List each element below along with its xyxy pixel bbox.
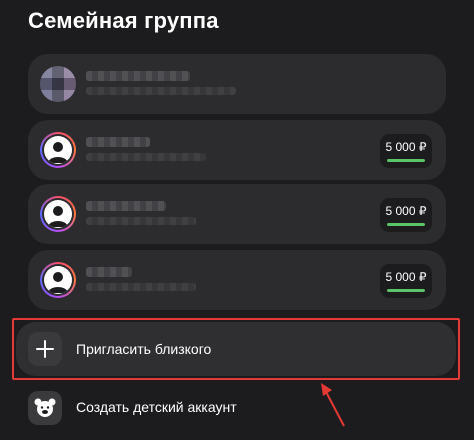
member-name-masked	[86, 137, 150, 147]
member-subtitle-masked	[86, 153, 206, 161]
child-account-label: Создать детский аккаунт	[76, 399, 237, 415]
member-card[interactable]: 5 000 ₽	[28, 184, 446, 244]
limit-value: 5 000 ₽	[385, 204, 427, 218]
user-avatar-icon	[48, 206, 68, 227]
member-name-masked	[86, 201, 166, 211]
invite-label: Пригласить близкого	[76, 341, 212, 357]
member-card[interactable]: 5 000 ₽	[28, 120, 446, 180]
member-subtitle-masked	[86, 217, 196, 225]
create-child-account-button[interactable]: Создать детский аккаунт	[28, 388, 446, 428]
member-avatar	[40, 132, 76, 168]
limit-progress	[387, 289, 425, 292]
owner-name-masked	[86, 71, 190, 81]
owner-subtitle-masked	[86, 87, 236, 95]
limit-value: 5 000 ₽	[385, 140, 427, 154]
owner-card[interactable]	[28, 54, 446, 114]
member-avatar	[40, 196, 76, 232]
limit-badge: 5 000 ₽	[380, 198, 432, 232]
limit-badge: 5 000 ₽	[380, 134, 432, 168]
user-avatar-icon	[48, 272, 68, 293]
member-avatar	[40, 262, 76, 298]
user-avatar-icon	[48, 142, 68, 163]
limit-badge: 5 000 ₽	[380, 264, 432, 298]
invite-family-button[interactable]: Пригласить близкого	[16, 322, 456, 376]
member-card[interactable]: 5 000 ₽	[28, 250, 446, 310]
bear-icon	[34, 398, 56, 417]
plus-icon	[36, 340, 54, 358]
limit-progress	[387, 223, 425, 226]
invite-icon-container	[28, 332, 62, 366]
limit-value: 5 000 ₽	[385, 270, 427, 284]
owner-avatar	[40, 66, 76, 102]
child-icon-container	[28, 391, 62, 425]
member-subtitle-masked	[86, 283, 196, 291]
limit-progress	[387, 159, 425, 162]
member-name-masked	[86, 267, 132, 277]
page-title: Семейная группа	[28, 8, 219, 33]
